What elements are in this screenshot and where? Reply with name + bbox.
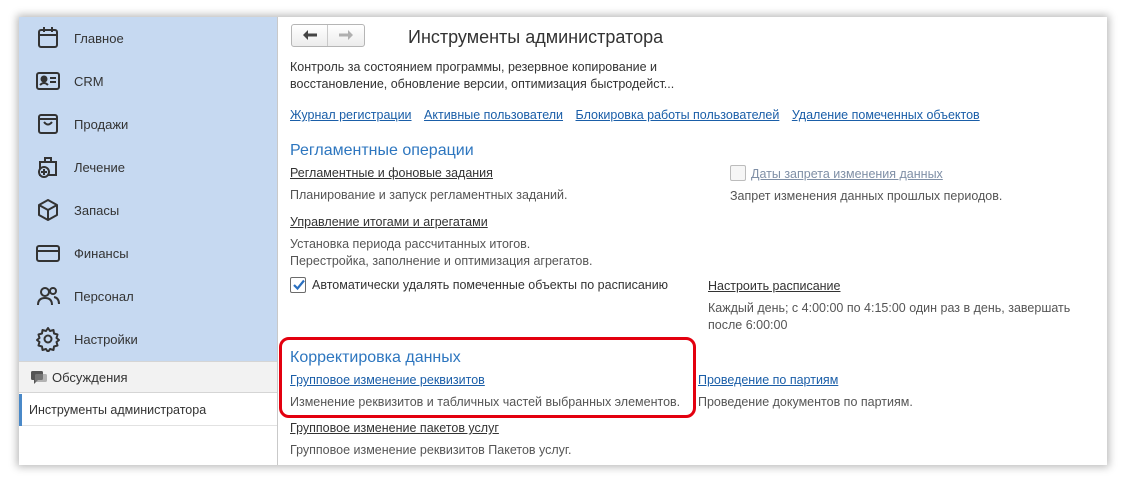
auto-delete-checkbox[interactable] xyxy=(290,277,306,293)
section-label: Персонал xyxy=(74,289,134,304)
medical-case-icon xyxy=(35,154,61,180)
link-closing-dates[interactable]: Даты запрета изменения данных xyxy=(751,167,943,181)
sections-panel: Главное CRM Продажи Лечение Запасы Финан… xyxy=(19,17,277,361)
section-label: Лечение xyxy=(74,160,126,175)
top-links: Журнал регистрации Активные пользователи… xyxy=(290,108,989,122)
back-button[interactable] xyxy=(292,25,329,46)
section-settings[interactable]: Настройки xyxy=(19,318,277,361)
schedule-desc-1: Каждый день; с 4:00:00 по 4:15:00 один р… xyxy=(708,301,1071,315)
box-icon xyxy=(35,197,61,223)
section-finance[interactable]: Финансы xyxy=(19,232,277,275)
bulk-edit-desc: Изменение реквизитов и табличных частей … xyxy=(290,395,681,409)
discussions-button[interactable]: Обсуждения xyxy=(19,361,277,393)
link-active-users[interactable]: Активные пользователи xyxy=(424,108,563,122)
batch-posting-desc: Проведение документов по партиям. xyxy=(698,395,913,409)
contact-card-icon xyxy=(35,68,61,94)
shopping-bag-icon xyxy=(35,111,61,137)
active-indicator xyxy=(19,394,22,426)
link-event-log[interactable]: Журнал регистрации xyxy=(290,108,412,122)
section-sales[interactable]: Продажи xyxy=(19,103,277,146)
section-label: Финансы xyxy=(74,246,129,261)
arrow-right-icon xyxy=(339,27,353,44)
section-personnel[interactable]: Персонал xyxy=(19,275,277,318)
section-main[interactable]: Главное xyxy=(19,17,277,60)
totals-desc-2: Перестройка, заполнение и оптимизация аг… xyxy=(290,254,593,268)
open-window-tab[interactable]: Инструменты администратора xyxy=(19,394,277,426)
auto-delete-label[interactable]: Автоматически удалять помеченные объекты… xyxy=(312,278,668,292)
history-nav xyxy=(291,24,365,47)
totals-desc-1: Установка периода рассчитанных итогов. xyxy=(290,237,531,251)
app-window: Главное CRM Продажи Лечение Запасы Финан… xyxy=(19,17,1107,465)
calendar-icon xyxy=(35,25,61,51)
link-totals-aggregates[interactable]: Управление итогами и агрегатами xyxy=(290,215,488,229)
link-lock-users[interactable]: Блокировка работы пользователей xyxy=(576,108,780,122)
section-label: Запасы xyxy=(74,203,120,218)
section-treatment[interactable]: Лечение xyxy=(19,146,277,189)
closing-dates-checkbox[interactable] xyxy=(730,165,746,181)
section-crm[interactable]: CRM xyxy=(19,60,277,103)
correction-heading: Корректировка данных xyxy=(290,349,461,366)
section-inventory[interactable]: Запасы xyxy=(19,189,277,232)
closing-dates-desc: Запрет изменения данных прошлых периодов… xyxy=(730,189,1003,203)
link-batch-posting[interactable]: Проведение по партиям xyxy=(698,373,838,387)
page-title: Инструменты администратора xyxy=(408,27,664,47)
link-bulk-edit[interactable]: Групповое изменение реквизитов xyxy=(290,373,485,387)
people-icon xyxy=(35,283,61,309)
routine-heading: Регламентные операции xyxy=(290,142,474,159)
link-configure-schedule[interactable]: Настроить расписание xyxy=(708,279,841,293)
gear-icon xyxy=(35,326,61,353)
section-label: Настройки xyxy=(74,332,138,347)
open-window-label: Инструменты администратора xyxy=(29,403,207,417)
link-scheduled-jobs[interactable]: Регламентные и фоновые задания xyxy=(290,166,493,180)
service-packages-desc: Групповое изменение реквизитов Пакетов у… xyxy=(290,443,572,457)
section-label: CRM xyxy=(74,74,104,89)
schedule-desc-2: после 6:00:00 xyxy=(708,318,788,332)
discussions-label: Обсуждения xyxy=(52,370,128,385)
link-delete-marked[interactable]: Удаление помеченных объектов xyxy=(792,108,980,122)
credit-card-icon xyxy=(35,240,61,266)
sidebar: Главное CRM Продажи Лечение Запасы Финан… xyxy=(19,17,278,465)
arrow-left-icon xyxy=(302,27,317,44)
main-content: Инструменты администратора Контроль за с… xyxy=(279,17,1107,465)
link-service-packages[interactable]: Групповое изменение пакетов услуг xyxy=(290,421,499,435)
checkmark-icon xyxy=(293,279,305,291)
chat-bubble-icon xyxy=(31,371,47,385)
forward-button[interactable] xyxy=(328,25,364,46)
section-label: Продажи xyxy=(74,117,129,132)
page-description: Контроль за состоянием программы, резерв… xyxy=(290,60,675,91)
scheduled-jobs-desc: Планирование и запуск регламентных задан… xyxy=(290,188,568,202)
section-label: Главное xyxy=(74,31,124,46)
